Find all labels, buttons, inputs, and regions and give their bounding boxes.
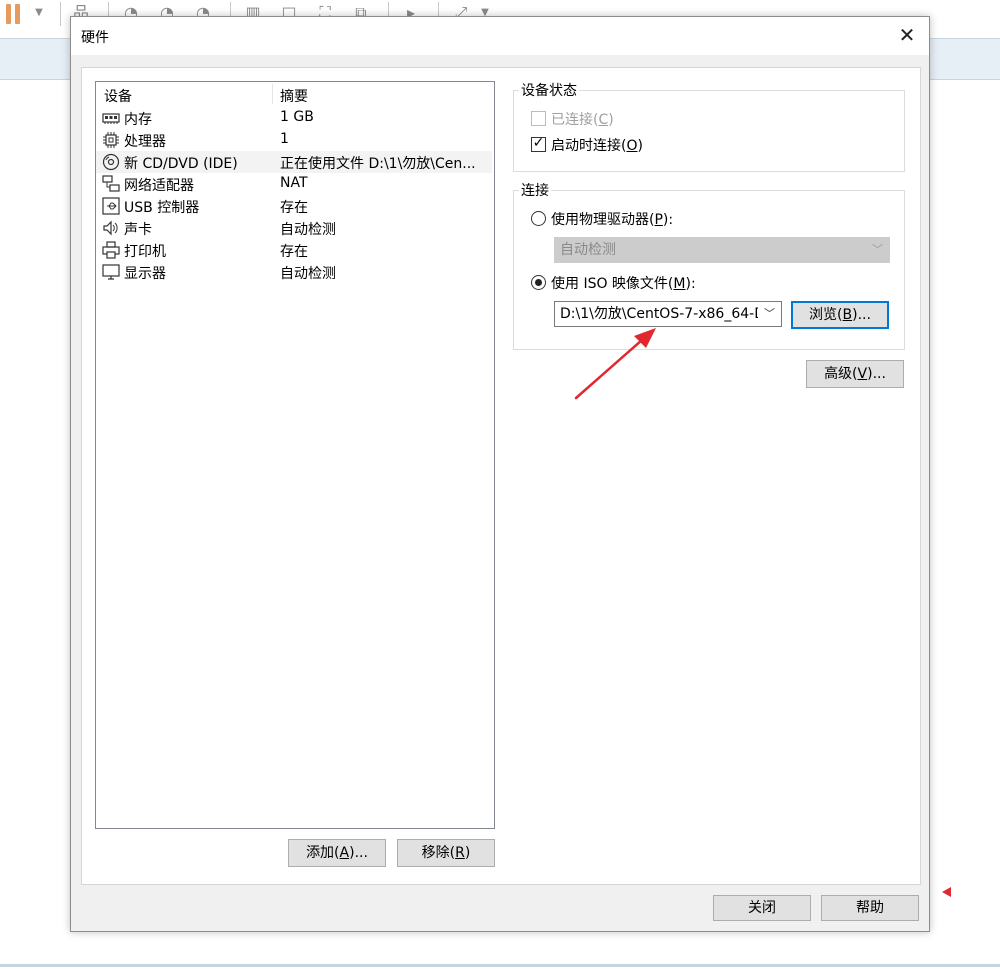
device-summary: 自动检测 (280, 222, 336, 238)
device-list-header: 设备 摘要 (96, 82, 494, 106)
device-status-title: 设备状态 (519, 80, 579, 100)
device-row-memory[interactable]: 内存 1 GB (96, 107, 492, 129)
close-icon[interactable]: ✕ (895, 23, 919, 47)
cd-dvd-icon (102, 153, 120, 171)
pause-icon[interactable] (6, 4, 20, 24)
iso-image-radio[interactable] (531, 275, 546, 290)
column-header-device[interactable]: 设备 (104, 86, 132, 106)
checkmark-icon: ✓ (532, 135, 545, 151)
device-row-cd-dvd[interactable]: 新 CD/DVD (IDE) 正在使用文件 D:\1\勿放\Cen... (96, 151, 492, 173)
iso-image-label: 使用 ISO 映像文件(M): (551, 276, 696, 292)
device-row-usb[interactable]: USB 控制器 存在 (96, 195, 492, 217)
device-row-cpu[interactable]: 处理器 1 (96, 129, 492, 151)
device-name: 打印机 (124, 244, 166, 260)
connect-on-start-label: 启动时连接(O) (551, 138, 643, 154)
close-button[interactable]: 关闭 (713, 895, 811, 921)
dropdown-arrow-icon[interactable]: ▼ (30, 4, 48, 22)
speaker-icon (103, 220, 118, 236)
annotation-arrow-icon (574, 328, 656, 400)
advanced-button-accesskey: V (857, 366, 868, 382)
advanced-button[interactable]: 高级(V)... (806, 360, 904, 388)
device-name: 内存 (124, 112, 152, 128)
browse-button-label: 浏览( (809, 307, 843, 323)
device-row-display[interactable]: 显示器 自动检测 (96, 261, 492, 283)
browse-button-suffix: )... (852, 307, 871, 323)
cpu-icon (103, 132, 119, 148)
remove-button-label: 移除( (421, 845, 456, 861)
physical-drive-value: 自动检测 (560, 242, 616, 258)
connected-label: 已连接(C) (551, 112, 614, 128)
radio-dot (535, 279, 542, 286)
monitor-icon (102, 264, 120, 280)
connected-checkbox[interactable] (531, 111, 546, 126)
device-summary: 1 GB (280, 109, 314, 125)
device-name: 声卡 (124, 222, 152, 238)
device-row-network[interactable]: 网络适配器 NAT (96, 173, 492, 195)
dialog-title: 硬件 (81, 30, 109, 46)
help-button[interactable]: 帮助 (821, 895, 919, 921)
hardware-dialog: 硬件 ✕ 设备 摘要 内存 1 GB 处理器 1 新 CD/DVD (IDE) … (70, 16, 930, 932)
add-button[interactable]: 添加(A)... (288, 839, 386, 867)
device-summary: 存在 (280, 200, 308, 216)
add-button-label: 添加( (306, 845, 340, 861)
memory-icon (102, 113, 120, 124)
toolbar-separator (60, 2, 61, 26)
remove-button-accesskey: R (455, 845, 465, 861)
device-row-sound[interactable]: 声卡 自动检测 (96, 217, 492, 239)
printer-icon (102, 241, 120, 259)
device-summary: 自动检测 (280, 266, 336, 282)
device-list[interactable]: 设备 摘要 内存 1 GB 处理器 1 新 CD/DVD (IDE) 正在使用文… (95, 81, 495, 829)
device-name: 新 CD/DVD (IDE) (124, 156, 238, 172)
chevron-down-icon: ﹀ (872, 243, 883, 256)
advanced-button-label: 高级( (824, 366, 858, 382)
add-button-accesskey: A (339, 845, 350, 861)
device-summary: NAT (280, 175, 308, 191)
device-summary: 正在使用文件 D:\1\勿放\Cen... (280, 156, 476, 172)
browse-button-accesskey: B (842, 307, 853, 323)
connection-title: 连接 (519, 180, 551, 200)
physical-drive-label: 使用物理驱动器(P): (551, 212, 674, 228)
device-status-group (513, 90, 905, 172)
connect-on-start-checkbox[interactable]: ✓ (531, 135, 546, 152)
network-icon (102, 175, 120, 192)
device-row-printer[interactable]: 打印机 存在 (96, 239, 492, 261)
usb-icon (102, 197, 120, 215)
remove-button-suffix: ) (464, 845, 471, 861)
column-divider[interactable] (272, 84, 273, 104)
device-name: 网络适配器 (124, 178, 194, 194)
add-button-suffix: )... (349, 845, 368, 861)
device-name: USB 控制器 (124, 200, 200, 216)
device-name: 处理器 (124, 134, 166, 150)
remove-button[interactable]: 移除(R) (397, 839, 495, 867)
physical-drive-radio[interactable] (531, 211, 546, 226)
device-name: 显示器 (124, 266, 166, 282)
chevron-down-icon[interactable]: ﹀ (764, 302, 775, 326)
title-bar: 硬件 ✕ (71, 17, 929, 55)
device-summary: 1 (280, 131, 289, 147)
column-header-summary[interactable]: 摘要 (280, 86, 308, 106)
device-summary: 存在 (280, 244, 308, 260)
advanced-button-suffix: )... (867, 366, 886, 382)
browse-button[interactable]: 浏览(B)... (791, 301, 889, 329)
physical-drive-select[interactable]: 自动检测 ﹀ (554, 237, 890, 263)
red-marker-icon (942, 887, 951, 897)
background-status-line (0, 964, 1000, 967)
